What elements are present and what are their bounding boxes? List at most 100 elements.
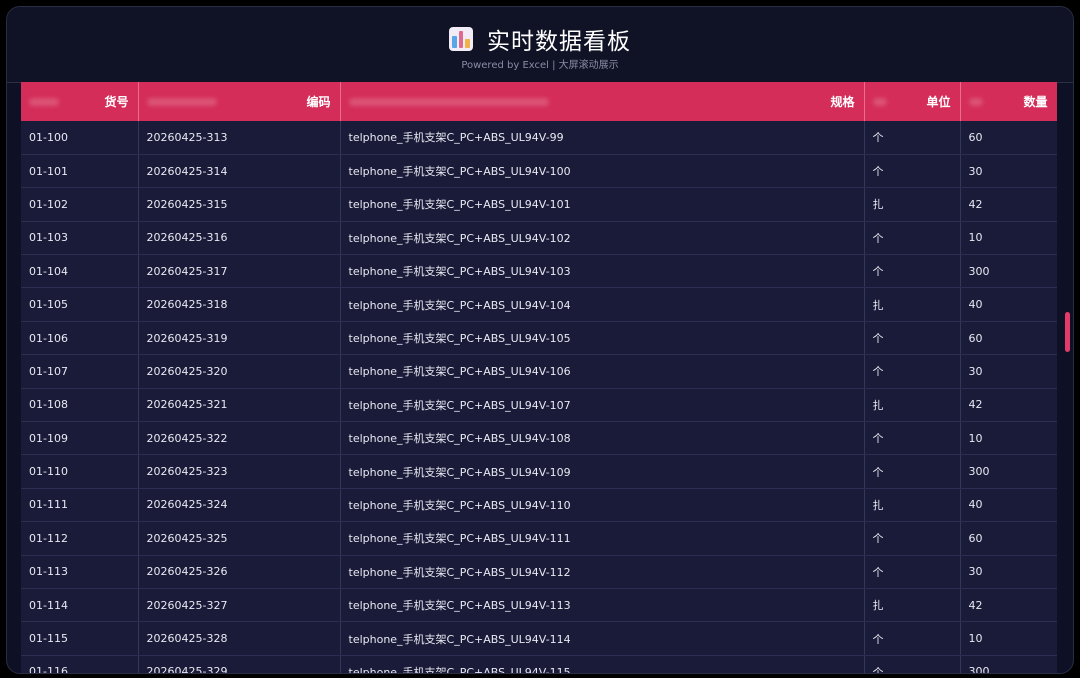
cell-spec: telphone_手机支架C_PC+ABS_UL94V-101: [340, 187, 865, 222]
cell-quantity: 30: [960, 154, 1057, 189]
cell-item-no: 01-114: [21, 588, 139, 623]
cell-spec: telphone_手机支架C_PC+ABS_UL94V-110: [340, 488, 865, 523]
table-row[interactable]: 01-113 20260425-326 telphone_手机支架C_PC+ABS_…: [21, 555, 1057, 589]
cell-unit: 扎: [864, 588, 961, 623]
cell-code: 20260425-315: [138, 187, 341, 222]
cell-item-no: 01-102: [21, 187, 139, 222]
table-row[interactable]: 01-103 20260425-316 telphone_手机支架C_PC+ABS_…: [21, 221, 1057, 256]
column-header-spec[interactable]: 规格: [340, 82, 865, 121]
column-header-item-no[interactable]: 货号: [21, 82, 139, 121]
column-header-quantity[interactable]: 数量: [960, 82, 1057, 121]
cell-unit: 个: [864, 121, 961, 155]
cell-quantity: 10: [960, 621, 1057, 656]
cell-unit: 个: [864, 555, 961, 589]
cell-unit: 个: [864, 254, 961, 289]
cell-quantity: 300: [960, 454, 1057, 489]
cell-code: 20260425-323: [138, 454, 341, 489]
cell-quantity: 40: [960, 287, 1057, 322]
cell-spec: telphone_手机支架C_PC+ABS_UL94V-106: [340, 354, 865, 389]
cell-unit: 个: [864, 454, 961, 489]
cell-unit: 个: [864, 521, 961, 556]
column-header-code[interactable]: 编码: [138, 82, 341, 121]
cell-code: 20260425-313: [138, 121, 341, 155]
cell-code: 20260425-329: [138, 655, 341, 673]
table-body: 01-100 20260425-313 telphone_手机支架C_PC+ABS_…: [21, 121, 1057, 673]
table-row[interactable]: 01-101 20260425-314 telphone_手机支架C_PC+ABS_…: [21, 154, 1057, 189]
cell-code: 20260425-327: [138, 588, 341, 623]
bar-chart-icon: [449, 27, 473, 51]
cell-item-no: 01-110: [21, 454, 139, 489]
cell-item-no: 01-104: [21, 254, 139, 289]
cell-unit: 个: [864, 655, 961, 673]
cell-unit: 扎: [864, 187, 961, 222]
table-row[interactable]: 01-115 20260425-328 telphone_手机支架C_PC+ABS_…: [21, 621, 1057, 656]
dashboard-header: 实时数据看板 Powered by Excel | 大屏滚动展示: [7, 7, 1073, 83]
table-row[interactable]: 01-104 20260425-317 telphone_手机支架C_PC+ABS_…: [21, 254, 1057, 289]
cell-item-no: 01-100: [21, 121, 139, 155]
cell-unit: 个: [864, 321, 961, 356]
cell-quantity: 60: [960, 521, 1057, 556]
table-row[interactable]: 01-107 20260425-320 telphone_手机支架C_PC+ABS_…: [21, 354, 1057, 389]
cell-item-no: 01-115: [21, 621, 139, 656]
cell-spec: telphone_手机支架C_PC+ABS_UL94V-113: [340, 588, 865, 623]
cell-quantity: 60: [960, 121, 1057, 155]
cell-code: 20260425-325: [138, 521, 341, 556]
cell-code: 20260425-320: [138, 354, 341, 389]
cell-code: 20260425-314: [138, 154, 341, 189]
table-row[interactable]: 01-114 20260425-327 telphone_手机支架C_PC+ABS_…: [21, 588, 1057, 623]
column-header-unit[interactable]: 单位: [864, 82, 961, 121]
cell-spec: telphone_手机支架C_PC+ABS_UL94V-108: [340, 421, 865, 456]
cell-spec: telphone_手机支架C_PC+ABS_UL94V-115: [340, 655, 865, 673]
cell-spec: telphone_手机支架C_PC+ABS_UL94V-99: [340, 121, 865, 155]
table-row[interactable]: 01-110 20260425-323 telphone_手机支架C_PC+ABS_…: [21, 454, 1057, 489]
cell-code: 20260425-319: [138, 321, 341, 356]
cell-item-no: 01-101: [21, 154, 139, 189]
cell-unit: 扎: [864, 287, 961, 322]
cell-code: 20260425-318: [138, 287, 341, 322]
scrollbar-thumb[interactable]: [1065, 312, 1070, 352]
table-row[interactable]: 01-109 20260425-322 telphone_手机支架C_PC+ABS_…: [21, 421, 1057, 456]
cell-item-no: 01-106: [21, 321, 139, 356]
cell-quantity: 42: [960, 187, 1057, 222]
cell-item-no: 01-109: [21, 421, 139, 456]
table-row[interactable]: 01-100 20260425-313 telphone_手机支架C_PC+ABS_…: [21, 121, 1057, 155]
cell-item-no: 01-113: [21, 555, 139, 589]
cell-quantity: 42: [960, 388, 1057, 423]
cell-unit: 个: [864, 221, 961, 256]
table-row[interactable]: 01-102 20260425-315 telphone_手机支架C_PC+ABS_…: [21, 187, 1057, 222]
cell-code: 20260425-316: [138, 221, 341, 256]
data-table: 货号 编码 规格 单位 数量 01-100 20260425-313 telphon…: [21, 82, 1057, 673]
cell-item-no: 01-116: [21, 655, 139, 673]
cell-spec: telphone_手机支架C_PC+ABS_UL94V-104: [340, 287, 865, 322]
cell-quantity: 30: [960, 354, 1057, 389]
data-table-container[interactable]: 货号 编码 规格 单位 数量 01-100 20260425-313 telphon…: [21, 82, 1057, 673]
cell-item-no: 01-111: [21, 488, 139, 523]
cell-code: 20260425-324: [138, 488, 341, 523]
cell-unit: 个: [864, 354, 961, 389]
cell-quantity: 40: [960, 488, 1057, 523]
cell-unit: 扎: [864, 488, 961, 523]
dashboard-window: 实时数据看板 Powered by Excel | 大屏滚动展示 货号 编码 规…: [6, 6, 1074, 674]
cell-item-no: 01-107: [21, 354, 139, 389]
cell-unit: 个: [864, 154, 961, 189]
cell-quantity: 10: [960, 421, 1057, 456]
cell-unit: 扎: [864, 388, 961, 423]
table-header-row: 货号 编码 规格 单位 数量: [21, 82, 1057, 121]
cell-quantity: 300: [960, 254, 1057, 289]
table-row[interactable]: 01-111 20260425-324 telphone_手机支架C_PC+ABS_…: [21, 488, 1057, 523]
title-row: 实时数据看板: [7, 24, 1073, 55]
cell-code: 20260425-317: [138, 254, 341, 289]
cell-unit: 个: [864, 421, 961, 456]
table-row[interactable]: 01-112 20260425-325 telphone_手机支架C_PC+ABS_…: [21, 521, 1057, 556]
table-row[interactable]: 01-108 20260425-321 telphone_手机支架C_PC+ABS_…: [21, 388, 1057, 423]
table-row[interactable]: 01-106 20260425-319 telphone_手机支架C_PC+ABS_…: [21, 321, 1057, 356]
cell-spec: telphone_手机支架C_PC+ABS_UL94V-107: [340, 388, 865, 423]
cell-spec: telphone_手机支架C_PC+ABS_UL94V-105: [340, 321, 865, 356]
cell-quantity: 300: [960, 655, 1057, 673]
table-row[interactable]: 01-116 20260425-329 telphone_手机支架C_PC+ABS_…: [21, 655, 1057, 673]
cell-quantity: 10: [960, 221, 1057, 256]
cell-spec: telphone_手机支架C_PC+ABS_UL94V-109: [340, 454, 865, 489]
cell-spec: telphone_手机支架C_PC+ABS_UL94V-111: [340, 521, 865, 556]
table-row[interactable]: 01-105 20260425-318 telphone_手机支架C_PC+ABS_…: [21, 287, 1057, 322]
cell-item-no: 01-108: [21, 388, 139, 423]
